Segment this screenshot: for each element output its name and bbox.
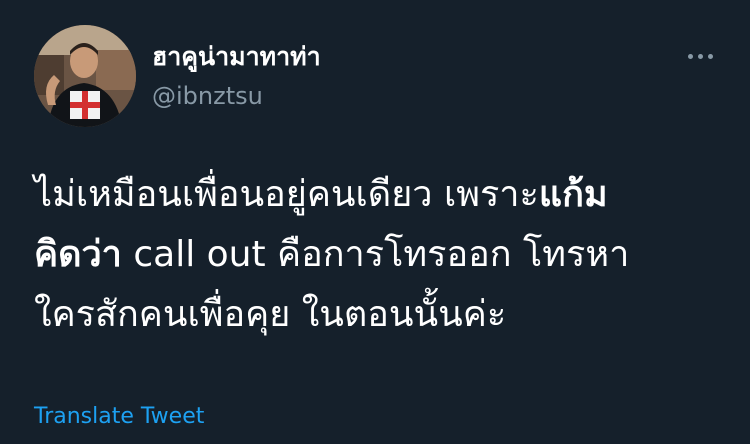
tweet-text-bold-segment: แก้ม [538,174,608,215]
more-horizontal-icon [697,53,703,59]
tweet-text-segment: ใครสักคนเพื่อคุย ในตอนนั้นค่ะ [34,294,507,335]
tweet-text-line: คิดว่า call out คือการโทรออก โทรหา [34,225,734,285]
author-handle[interactable]: @ibnztsu [152,80,263,112]
avatar[interactable] [34,25,136,127]
more-horizontal-icon [707,53,713,59]
tweet-text-segment: ไม่เหมือนเพื่อนอยู่คนเดียว เพราะ [34,174,539,215]
more-horizontal-icon [687,53,693,59]
tweet-text-line: ไม่เหมือนเพื่อนอยู่คนเดียว เพราะแก้ม [34,165,734,225]
tweet-text: ไม่เหมือนเพื่อนอยู่คนเดียว เพราะแก้ม คิด… [34,165,734,345]
tweet-text-line: ใครสักคนเพื่อคุย ในตอนนั้นค่ะ [34,285,734,345]
tweet-card: ฮาคูน่ามาทาท่า @ibnztsu ไม่เหมือนเพื่อนอ… [0,0,750,444]
avatar-image [34,25,136,127]
translate-tweet-link[interactable]: Translate Tweet [34,402,204,432]
tweet-text-segment: call out คือการโทรออก โทรหา [121,234,630,275]
tweet-text-bold-segment: คิดว่า [34,234,122,275]
author-display-name[interactable]: ฮาคูน่ามาทาท่า [152,41,321,73]
more-options-button[interactable] [680,44,720,68]
